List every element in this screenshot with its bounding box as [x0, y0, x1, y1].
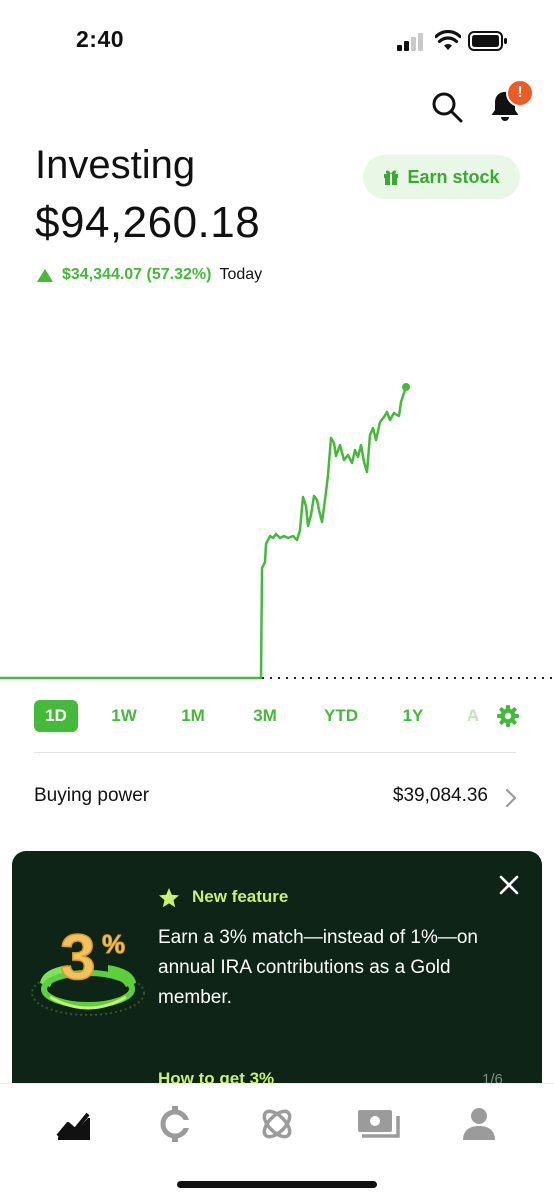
home-indicator	[177, 1181, 377, 1188]
svg-text:%: %	[102, 929, 125, 959]
status-time: 2:40	[76, 26, 125, 52]
earn-stock-label: Earn stock	[407, 166, 500, 187]
search-icon[interactable]	[430, 90, 464, 124]
chevron-right-icon	[505, 788, 517, 808]
portfolio-value: $94,260.18	[35, 198, 261, 247]
earn-stock-button[interactable]: Earn stock	[363, 155, 520, 199]
battery-icon	[468, 31, 507, 51]
range-3m-button[interactable]: 3M	[243, 700, 287, 732]
cellular-signal-icon	[397, 33, 423, 51]
range-1y-button[interactable]: 1Y	[391, 700, 435, 732]
close-icon[interactable]	[498, 874, 520, 896]
wifi-icon	[435, 30, 461, 50]
range-1m-button[interactable]: 1M	[171, 700, 215, 732]
buying-power-value: $39,084.36	[392, 785, 488, 806]
promo-card[interactable]: 3 % New feature Earn a 3% match—instead …	[12, 851, 542, 1083]
crypto-tab-icon[interactable]	[155, 1104, 195, 1144]
buying-power-row[interactable]: Buying power $39,084.36	[34, 785, 518, 811]
ira-match-illustration: 3 %	[31, 921, 145, 1016]
promo-link[interactable]: How to get 3%	[158, 1069, 274, 1083]
range-all-button[interactable]: A	[458, 700, 488, 732]
page-title: Investing	[35, 143, 196, 187]
chart-settings-gear-icon[interactable]	[497, 705, 519, 727]
portfolio-line	[0, 386, 408, 680]
latest-point	[402, 383, 410, 391]
up-triangle-icon	[37, 268, 53, 282]
daily-change: $34,344.07 (57.32%) Today	[36, 266, 262, 284]
investing-tab-icon[interactable]	[54, 1104, 94, 1144]
divider	[34, 752, 516, 753]
cash-tab-icon[interactable]	[356, 1104, 402, 1144]
portfolio-chart[interactable]	[0, 300, 554, 690]
change-amount: $34,344.07 (57.32%)	[62, 266, 212, 283]
network-tab-icon[interactable]	[257, 1104, 297, 1144]
promo-body: Earn a 3% match—instead of 1%—on annual …	[158, 927, 479, 1008]
promo-tag: New feature	[192, 887, 289, 906]
tab-bar	[0, 1083, 554, 1167]
promo-pager: 1/6	[482, 1071, 503, 1083]
star-icon	[159, 888, 179, 908]
range-1d-button[interactable]: 1D	[34, 700, 78, 732]
account-tab-icon[interactable]	[459, 1104, 499, 1144]
range-1w-button[interactable]: 1W	[102, 700, 146, 732]
time-range-selector: 1D 1W 1M 3M YTD 1Y A	[0, 700, 554, 734]
notification-badge: !	[506, 79, 534, 107]
gift-icon	[384, 170, 399, 185]
change-period: Today	[219, 266, 263, 283]
range-ytd-button[interactable]: YTD	[316, 700, 366, 732]
buying-power-label: Buying power	[34, 785, 150, 806]
svg-text:3: 3	[60, 921, 96, 993]
